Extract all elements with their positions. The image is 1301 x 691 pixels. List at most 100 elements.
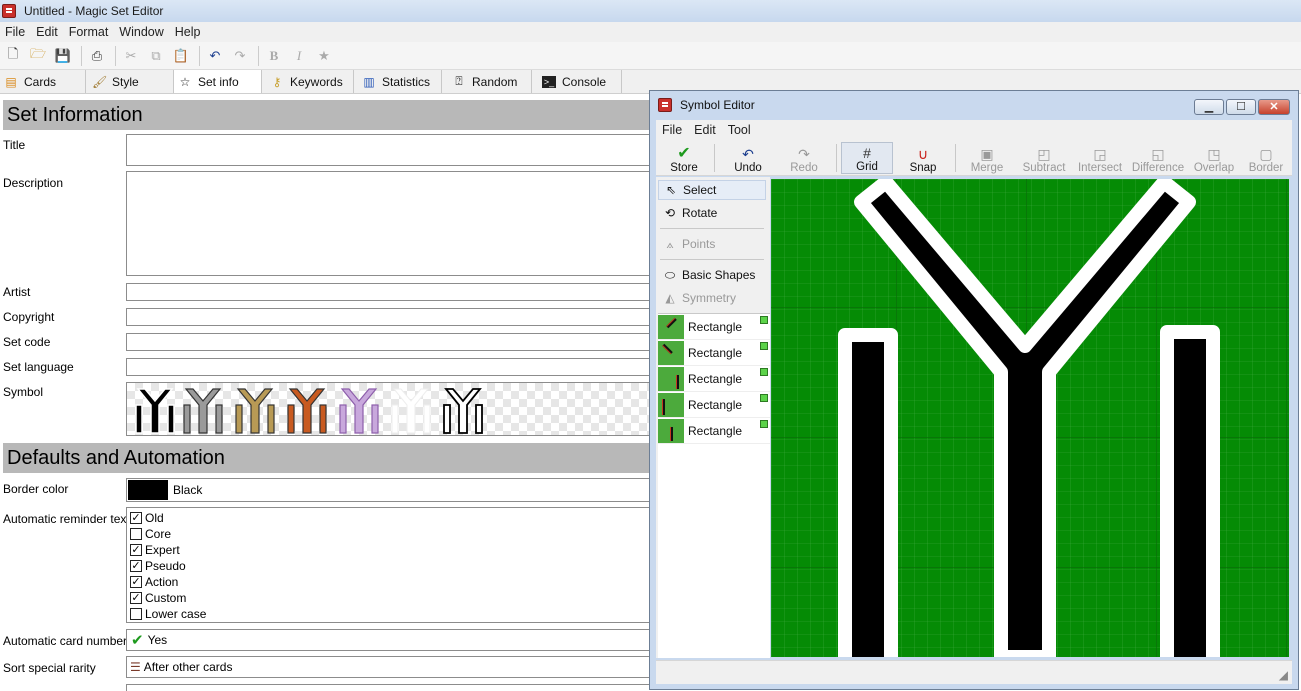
- part-thumbnail: [658, 366, 684, 391]
- part-item[interactable]: Rectangle: [658, 418, 770, 444]
- rotate-icon: ⟲: [664, 206, 676, 220]
- undo-icon[interactable]: ↶: [204, 45, 226, 67]
- checkbox-checked[interactable]: ✓: [130, 576, 142, 588]
- tab-statistics[interactable]: ▥ Statistics: [354, 70, 442, 93]
- symbol-canvas[interactable]: [771, 179, 1289, 657]
- difference-icon: ◱: [1151, 146, 1165, 162]
- reminder-option-2[interactable]: ✓ Expert: [130, 543, 180, 557]
- border-color-dropdown[interactable]: Black: [126, 478, 650, 502]
- description-input[interactable]: [126, 171, 650, 276]
- part-item[interactable]: Rectangle: [658, 340, 770, 366]
- bar-chart-icon: ▥: [363, 74, 375, 89]
- menu-format[interactable]: Format: [64, 25, 115, 39]
- minimize-button[interactable]: ▁: [1194, 99, 1224, 115]
- subtract-button[interactable]: ◰ Subtract: [1018, 142, 1070, 174]
- open-folder-icon[interactable]: 🗁: [27, 45, 49, 67]
- menu-edit[interactable]: Edit: [688, 123, 722, 137]
- reminder-option-label: Lower case: [145, 607, 207, 621]
- save-disk-icon[interactable]: 💾: [52, 45, 74, 67]
- checkbox-checked[interactable]: ✓: [130, 592, 142, 604]
- tool-points[interactable]: ⟑ Points: [658, 234, 766, 254]
- cut-icon[interactable]: ✂: [120, 45, 142, 67]
- tool-rotate[interactable]: ⟲ Rotate: [658, 203, 766, 223]
- reminder-option-3[interactable]: ✓ Pseudo: [130, 559, 186, 573]
- part-item[interactable]: Rectangle: [658, 314, 770, 340]
- reminder-option-5[interactable]: ✓ Custom: [130, 591, 186, 605]
- tab-set-info[interactable]: ☆ Set info: [174, 70, 262, 93]
- symbol-star-icon[interactable]: ★: [313, 45, 335, 67]
- checkbox-unchecked[interactable]: [130, 528, 142, 540]
- part-thumbnail: [658, 392, 684, 417]
- symbol-preview[interactable]: [126, 382, 650, 436]
- shape-marker-icon: [760, 342, 768, 350]
- tab-console[interactable]: >_ Console: [532, 70, 622, 93]
- title-input[interactable]: [126, 134, 650, 166]
- checkbox-checked[interactable]: ✓: [130, 560, 142, 572]
- paste-icon[interactable]: 📋: [170, 45, 192, 67]
- grid-label: Grid: [856, 161, 878, 173]
- tool-basic-shapes[interactable]: ⬭ Basic Shapes: [658, 265, 766, 285]
- intersect-button[interactable]: ◲ Intersect: [1076, 142, 1124, 174]
- card-numbers-value: Yes: [147, 633, 168, 647]
- menu-help[interactable]: Help: [170, 25, 207, 39]
- copy-icon[interactable]: ⧉: [145, 45, 167, 67]
- snap-toggle[interactable]: ∪ Snap: [902, 142, 944, 174]
- undo-label: Undo: [734, 162, 762, 174]
- tool-symmetry[interactable]: ◭ Symmetry: [658, 288, 766, 308]
- maximize-button[interactable]: ☐: [1226, 99, 1256, 115]
- reminder-option-label: Pseudo: [145, 559, 186, 573]
- tab-keywords[interactable]: ⚷ Keywords: [262, 70, 354, 93]
- set-language-label: Set language: [3, 360, 74, 374]
- sort-rarity-label: Sort special rarity: [3, 661, 96, 675]
- bold-icon[interactable]: B: [263, 45, 285, 67]
- italic-icon[interactable]: I: [288, 45, 310, 67]
- menu-edit[interactable]: Edit: [31, 25, 64, 39]
- difference-button[interactable]: ◱ Difference: [1130, 142, 1186, 174]
- symbol-editor-window: Symbol Editor ▁ ☐ ✕ File Edit Tool ✔ Sto…: [649, 90, 1299, 690]
- border-icon: ▢: [1259, 146, 1273, 162]
- next-field-partial[interactable]: [126, 684, 650, 691]
- part-thumbnail: [658, 418, 684, 443]
- reminder-option-0[interactable]: ✓ Old: [130, 511, 164, 525]
- copyright-input[interactable]: [126, 308, 650, 326]
- border-button[interactable]: ▢ Border: [1244, 142, 1288, 174]
- border-color-label: Border color: [3, 482, 69, 496]
- checkbox-checked[interactable]: ✓: [130, 544, 142, 556]
- tab-cards[interactable]: ▤ Cards: [0, 70, 86, 93]
- shape-marker-icon: [760, 394, 768, 402]
- set-code-input[interactable]: [126, 333, 650, 351]
- part-item[interactable]: Rectangle: [658, 392, 770, 418]
- checkbox-checked[interactable]: ✓: [130, 512, 142, 524]
- checkmark-icon: ✔: [131, 632, 144, 649]
- menu-window[interactable]: Window: [114, 25, 169, 39]
- tab-random[interactable]: ⍰ Random: [442, 70, 532, 93]
- store-button[interactable]: ✔ Store: [664, 142, 704, 175]
- tool-select[interactable]: ⇖ Select: [658, 180, 766, 200]
- part-item[interactable]: Rectangle: [658, 366, 770, 392]
- redo-button[interactable]: ↷ Redo: [784, 142, 824, 174]
- sort-rarity-dropdown[interactable]: ☰ After other cards: [126, 656, 650, 678]
- menu-file[interactable]: File: [0, 25, 31, 39]
- grid-toggle[interactable]: # Grid: [841, 142, 893, 174]
- grid-icon: #: [863, 145, 871, 161]
- merge-button[interactable]: ▣ Merge: [962, 142, 1012, 174]
- redo-icon[interactable]: ↷: [229, 45, 251, 67]
- tab-style[interactable]: 🖌 Style: [86, 70, 174, 93]
- checkbox-unchecked[interactable]: [130, 608, 142, 620]
- menu-file[interactable]: File: [656, 123, 688, 137]
- reminder-option-1[interactable]: Core: [130, 527, 171, 541]
- card-numbers-dropdown[interactable]: ✔ Yes: [126, 629, 650, 651]
- overlap-button[interactable]: ◳ Overlap: [1192, 142, 1236, 174]
- intersect-icon: ◲: [1093, 146, 1107, 162]
- reminder-option-4[interactable]: ✓ Action: [130, 575, 178, 589]
- resize-grip-icon[interactable]: ◢: [1279, 668, 1288, 682]
- reminder-option-6[interactable]: Lower case: [130, 607, 206, 621]
- toolbar-separator: [836, 144, 837, 172]
- artist-input[interactable]: [126, 283, 650, 301]
- close-button[interactable]: ✕: [1258, 99, 1290, 115]
- set-language-input[interactable]: [126, 358, 650, 376]
- undo-button[interactable]: ↶ Undo: [728, 142, 768, 174]
- new-file-icon[interactable]: 🗋: [2, 45, 24, 67]
- menu-tool[interactable]: Tool: [722, 123, 757, 137]
- export-icon[interactable]: ⎙: [86, 45, 108, 67]
